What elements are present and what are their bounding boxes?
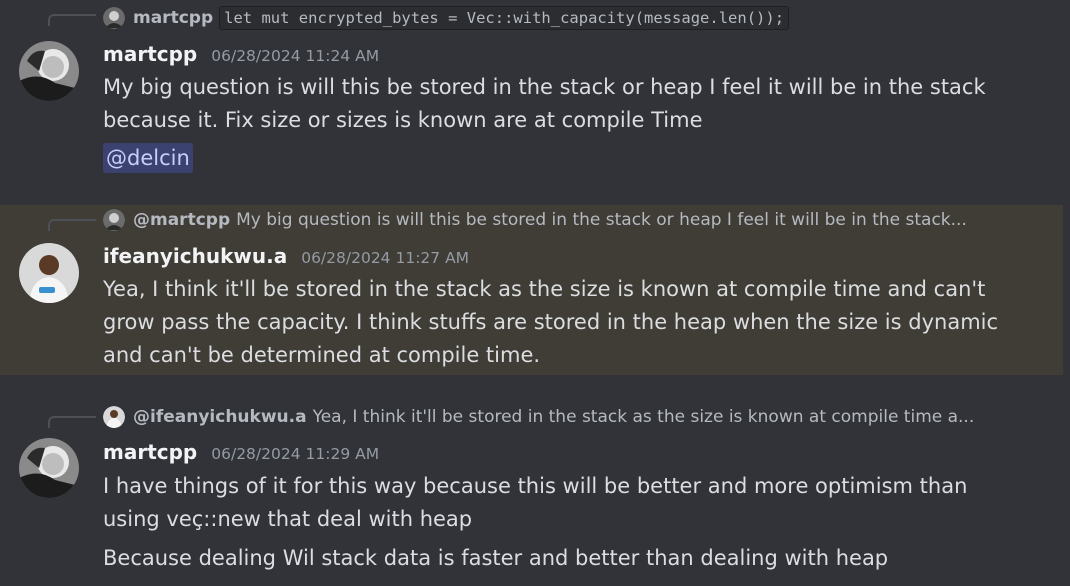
reply-avatar-icon [103, 7, 125, 29]
message-header: ifeanyichukwu.a 06/28/2024 11:27 AM [103, 244, 469, 268]
reply-connector [48, 14, 96, 26]
reply-avatar-icon [103, 406, 125, 428]
message-line: Yea, I think it'll be stored in the stac… [103, 277, 986, 301]
reply-connector [48, 219, 96, 231]
reply-preview[interactable]: @martcpp My big question is will this be… [103, 208, 967, 232]
reply-snippet: Yea, I think it'll be stored in the stac… [312, 407, 975, 427]
message-header: martcpp 06/28/2024 11:29 AM [103, 440, 379, 464]
message-2: @martcpp My big question is will this be… [0, 205, 1063, 375]
message-line: I have things of it for this way because… [103, 474, 968, 498]
timestamp: 06/28/2024 11:29 AM [211, 445, 380, 463]
message-text: I have things of it for this way because… [103, 470, 1003, 536]
reply-author[interactable]: @martcpp [133, 210, 230, 230]
username[interactable]: ifeanyichukwu.a [103, 244, 287, 268]
reply-snippet: My big question is will this be stored i… [236, 210, 967, 230]
message-header: martcpp 06/28/2024 11:24 AM [103, 42, 379, 66]
message-1: martcpp let mut encrypted_bytes = Vec::w… [0, 0, 1063, 200]
message-line: My big question is will this be stored i… [103, 75, 986, 99]
reply-author[interactable]: @ifeanyichukwu.a [133, 407, 307, 427]
user-mention[interactable]: @delcin [103, 143, 193, 173]
reply-connector [48, 416, 96, 428]
reply-snippet: let mut encrypted_bytes = Vec::with_capa… [219, 6, 790, 30]
avatar-martcpp[interactable] [19, 438, 79, 498]
timestamp: 06/28/2024 11:24 AM [211, 47, 380, 65]
message-line: using veç::new that deal with heap [103, 507, 473, 531]
message-3: @ifeanyichukwu.a Yea, I think it'll be s… [0, 400, 1063, 586]
reply-avatar-icon [103, 209, 125, 231]
followup-message-text: Because dealing Wil stack data is faster… [103, 546, 889, 570]
message-line: because it. Fix size or sizes is known a… [103, 108, 703, 132]
message-text: My big question is will this be stored i… [103, 71, 1003, 137]
avatar-martcpp[interactable] [19, 41, 79, 101]
reply-preview[interactable]: @ifeanyichukwu.a Yea, I think it'll be s… [103, 405, 974, 429]
timestamp: 06/28/2024 11:27 AM [301, 249, 470, 267]
avatar-ifeanyichukwu[interactable] [19, 243, 79, 303]
username[interactable]: martcpp [103, 42, 197, 66]
reply-preview[interactable]: martcpp let mut encrypted_bytes = Vec::w… [103, 6, 790, 30]
reply-author[interactable]: martcpp [133, 8, 213, 28]
message-text: Yea, I think it'll be stored in the stac… [103, 273, 1003, 372]
username[interactable]: martcpp [103, 440, 197, 464]
message-line: grow pass the capacity. I think stuffs a… [103, 310, 999, 334]
message-line: and can't be determined at compile time. [103, 343, 541, 367]
